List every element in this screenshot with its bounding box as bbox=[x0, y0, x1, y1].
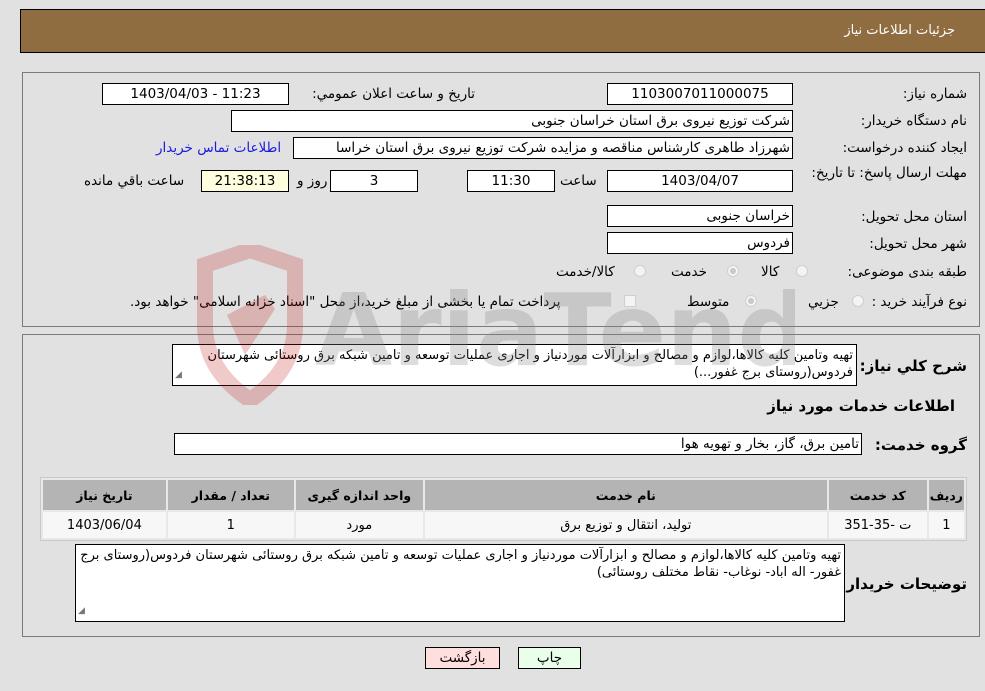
delivery-province-field[interactable]: خراسان جنوبی bbox=[607, 205, 793, 227]
deadline-time-field[interactable]: 11:30 bbox=[467, 170, 555, 192]
description-field[interactable]: تهیه وتامین کلیه کالاها،لوازم و مصالح و … bbox=[172, 344, 857, 386]
purchase-type-minor-label: جزيي bbox=[808, 294, 839, 310]
purchase-type-medium-radio[interactable] bbox=[745, 295, 757, 307]
cell-service-code: ت -35-351 bbox=[828, 512, 927, 538]
page-title: جزئیات اطلاعات نیاز bbox=[844, 23, 955, 38]
buyer-notes-label: توضيحات خريدار: bbox=[840, 575, 967, 593]
treasury-checkbox-label: پرداخت تمام يا بخشی از مبلغ خريد،از محل … bbox=[130, 294, 561, 310]
days-remaining-field[interactable]: 3 bbox=[330, 170, 418, 192]
days-label: روز و bbox=[297, 173, 328, 189]
column-header-service-code: کد خدمت bbox=[828, 480, 927, 510]
cell-need-date: 1403/06/04 bbox=[43, 512, 166, 538]
category-goods-service-radio[interactable] bbox=[634, 265, 646, 277]
delivery-city-field[interactable]: فردوس bbox=[607, 232, 793, 254]
category-goods-service-label: کالا/خدمت bbox=[556, 264, 615, 280]
buyer-notes-field[interactable]: تهیه وتامین کلیه کالاها،لوازم و مصالح و … bbox=[75, 544, 845, 622]
cell-unit: مورد bbox=[295, 512, 423, 538]
deadline-label: مهلت ارسال پاسخ: تا تاریخ: bbox=[811, 165, 967, 181]
announce-datetime-field[interactable]: 1403/04/03 - 11:23 bbox=[102, 83, 289, 105]
cell-quantity: 1 bbox=[167, 512, 294, 538]
purchase-type-medium-label: متوسط bbox=[687, 294, 730, 310]
table-row: 1 ت -35-351 تولید، انتقال و توزیع برق مو… bbox=[43, 512, 964, 538]
category-goods-radio[interactable] bbox=[796, 265, 808, 277]
column-header-unit: واحد اندازه گيری bbox=[295, 480, 423, 510]
delivery-province-label: استان محل تحويل: bbox=[861, 209, 967, 225]
resize-grip-icon[interactable]: ◢ bbox=[175, 367, 182, 384]
requester-field[interactable]: شهرزاد طاهری کارشناس مناقصه و مزایده شرک… bbox=[293, 137, 793, 159]
service-group-label: گروه خدمت: bbox=[874, 436, 967, 454]
delivery-city-label: شهر محل تحويل: bbox=[869, 236, 967, 252]
cell-row-number: 1 bbox=[928, 512, 964, 538]
column-header-service-name: نام خدمت bbox=[424, 480, 827, 510]
buyer-org-field[interactable]: شرکت توزیع نیروی برق استان خراسان جنوبی bbox=[231, 110, 793, 132]
buyer-contact-link[interactable]: اطلاعات تماس خريدار bbox=[156, 140, 281, 156]
category-service-radio[interactable] bbox=[727, 265, 739, 277]
purchase-type-label: نوع فرآيند خريد : bbox=[871, 294, 967, 310]
time-remaining-label: ساعت باقي مانده bbox=[84, 173, 185, 189]
time-remaining-field: 21:38:13 bbox=[201, 170, 289, 192]
service-group-field[interactable]: تامین برق، گاز، بخار و تهویه هوا bbox=[174, 433, 862, 455]
print-button[interactable]: چاپ bbox=[518, 647, 581, 669]
page-header: جزئیات اطلاعات نیاز bbox=[20, 9, 985, 53]
back-button[interactable]: بازگشت bbox=[425, 647, 500, 669]
services-section-title: اطلاعات خدمات مورد نیاز bbox=[767, 397, 955, 415]
buyer-notes-text: تهیه وتامین کلیه کالاها،لوازم و مصالح و … bbox=[80, 548, 841, 580]
cell-service-name: تولید، انتقال و توزیع برق bbox=[424, 512, 827, 538]
need-number-field[interactable]: 1103007011000075 bbox=[607, 83, 793, 105]
column-header-row-number: رديف bbox=[928, 480, 964, 510]
description-label: شرح کلي نياز: bbox=[859, 357, 967, 375]
treasury-checkbox[interactable] bbox=[624, 295, 636, 307]
deadline-date-field[interactable]: 1403/04/07 bbox=[607, 170, 793, 192]
announce-datetime-label: تاريخ و ساعت اعلان عمومي: bbox=[312, 86, 475, 102]
table-header-row: رديف کد خدمت نام خدمت واحد اندازه گيری ت… bbox=[43, 480, 964, 510]
category-goods-label: کالا bbox=[761, 264, 780, 280]
description-text: تهیه وتامین کلیه کالاها،لوازم و مصالح و … bbox=[207, 348, 853, 380]
category-service-label: خدمت bbox=[671, 264, 707, 280]
column-header-need-date: تاريخ نياز bbox=[43, 480, 166, 510]
resize-grip-icon[interactable]: ◢ bbox=[78, 603, 85, 620]
column-header-quantity: تعداد / مقدار bbox=[167, 480, 294, 510]
services-table: رديف کد خدمت نام خدمت واحد اندازه گيری ت… bbox=[40, 477, 967, 541]
requester-label: ايجاد کننده درخواست: bbox=[842, 140, 967, 156]
deadline-time-label: ساعت bbox=[560, 173, 597, 189]
category-label: طبقه بندی موضوعی: bbox=[847, 264, 967, 280]
need-number-label: شماره نیاز: bbox=[902, 86, 967, 102]
purchase-type-minor-radio[interactable] bbox=[852, 295, 864, 307]
buyer-org-label: نام دستگاه خريدار: bbox=[860, 113, 967, 129]
